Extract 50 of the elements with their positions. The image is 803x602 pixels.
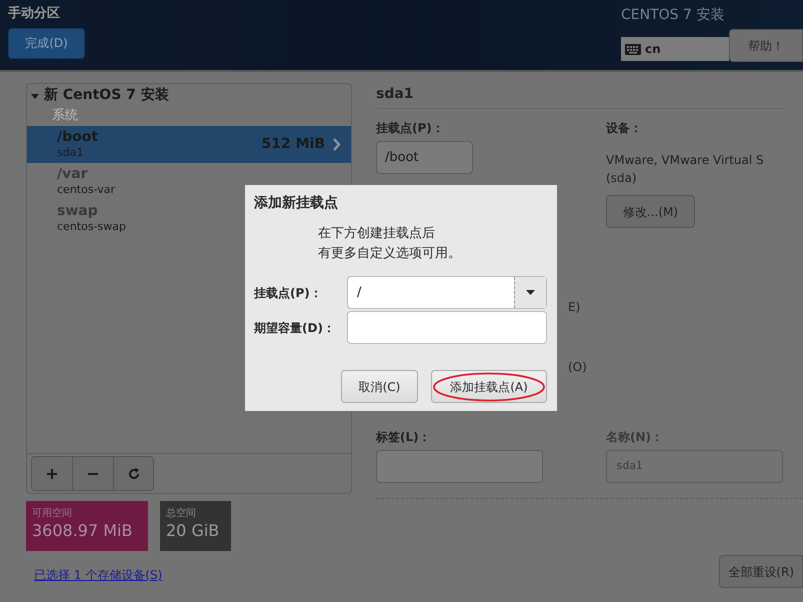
name-field-label: 名称(N)：	[606, 429, 664, 446]
dialog-title: 添加新挂载点	[254, 194, 339, 213]
device-description-text: VMware, VMware Virtual S	[606, 152, 764, 169]
section-label: 系统	[51, 107, 79, 125]
product-title: CENTOS 7 安装	[621, 6, 724, 25]
mount-point-combobox[interactable]: /	[347, 276, 547, 309]
device-label: 设备：	[606, 120, 643, 137]
partition-heading: sda1	[376, 85, 415, 103]
keyboard-layout-field[interactable]: cn	[621, 37, 729, 61]
install-group-title: 新 CentOS 7 安装	[44, 86, 169, 105]
desired-capacity-field[interactable]	[347, 311, 547, 344]
dropdown-arrow-icon	[526, 290, 535, 295]
partial-label-text: E)	[568, 299, 582, 316]
name-field[interactable]: sda1	[606, 450, 783, 483]
keyboard-icon	[625, 44, 641, 54]
mount-point-text: /var	[57, 166, 89, 184]
modify-button[interactable]: 修改...(M)	[606, 195, 695, 228]
plus-icon	[47, 468, 57, 478]
selected-storage-link[interactable]: 已选择 1 个存储设备(S)	[34, 566, 376, 584]
mount-point-label: 挂载点(P)：	[376, 120, 445, 137]
total-space-value: 20 GiB	[166, 521, 220, 541]
refresh-icon	[128, 468, 140, 480]
label-field[interactable]	[376, 450, 543, 483]
mount-point-text: swap	[57, 202, 99, 220]
partition-size-text: 512 MiB	[262, 135, 325, 154]
dropdown-button[interactable]	[514, 277, 546, 308]
mount-point-field[interactable]: /boot	[376, 141, 473, 174]
device-name-text: centos-var	[57, 183, 116, 198]
page-title: 手动分区	[8, 4, 61, 23]
desired-capacity-label: 期望容量(D)：	[254, 320, 336, 336]
help-button[interactable]: 帮助！	[729, 29, 803, 62]
mount-point-text: /boot	[57, 128, 98, 146]
cancel-button[interactable]: 取消(C)	[341, 370, 418, 403]
device-description-text: (sda)	[606, 170, 638, 187]
device-name-text: centos-swap	[57, 220, 126, 234]
device-name-text: sda1	[57, 146, 84, 160]
keyboard-layout-text: cn	[645, 41, 661, 58]
reset-all-button[interactable]: 全部重设(R)	[719, 555, 803, 588]
dialog-message-text: 在下方创建挂载点后	[318, 225, 436, 243]
total-space-label: 总空间	[166, 506, 197, 521]
available-space-value: 3608.97 MiB	[32, 521, 134, 541]
mount-point-value: /	[356, 284, 362, 302]
available-space-label: 可用空间	[32, 506, 73, 521]
mount-point-label: 挂载点(P)：	[254, 284, 323, 302]
partial-label-text: (O)	[568, 359, 588, 376]
chevron-right-icon	[333, 138, 341, 151]
label-field-label: 标签(L)：	[376, 429, 432, 446]
dialog-message-text: 有更多自定义选项可用。	[318, 245, 462, 263]
minus-icon	[88, 472, 98, 474]
done-button[interactable]: 完成(D)	[8, 28, 85, 58]
